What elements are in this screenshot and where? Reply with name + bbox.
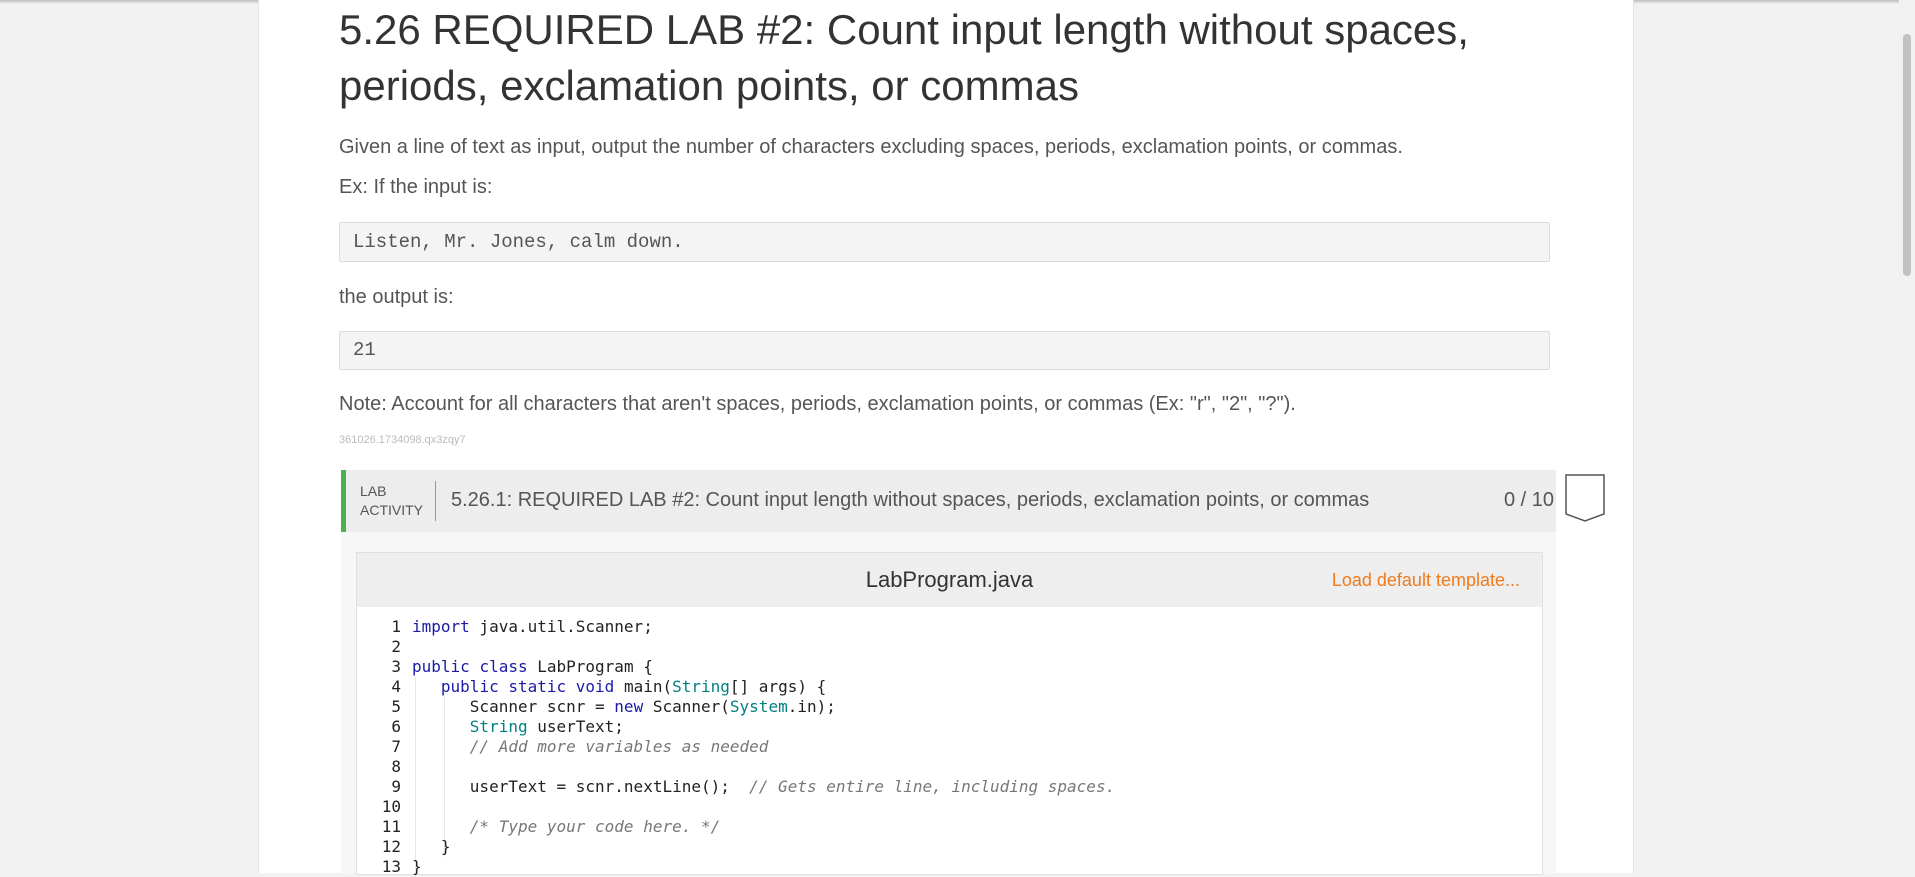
code-line: 13} <box>357 857 1542 877</box>
code-line: 7 // Add more variables as needed <box>357 737 1542 757</box>
example-label: Ex: If the input is: <box>339 176 493 198</box>
code-line: 12 } <box>357 837 1542 857</box>
intro-text: Given a line of text as input, output th… <box>339 136 1403 158</box>
code-line: 2 <box>357 637 1542 657</box>
load-default-template-link[interactable]: Load default template... <box>1332 570 1520 591</box>
line-number: 2 <box>391 637 401 656</box>
code-line: 4 public static void main(String[] args)… <box>357 677 1542 697</box>
lab-activity-tag: LAB ACTIVITY <box>360 482 423 520</box>
example-input: Listen, Mr. Jones, calm down. <box>353 231 684 253</box>
code-editor[interactable]: LabProgram.java Load default template...… <box>356 552 1543 877</box>
code-line: 6 String userText; <box>357 717 1542 737</box>
line-number: 3 <box>391 657 401 676</box>
line-number: 8 <box>391 757 401 776</box>
output-label: the output is: <box>339 286 454 308</box>
lab-activity-header: LAB ACTIVITY 5.26.1: REQUIRED LAB #2: Co… <box>341 470 1605 532</box>
line-number: 10 <box>381 797 401 816</box>
code-line: 3 public class LabProgram { <box>357 657 1542 677</box>
content-id: 361026.1734098.qx3zqy7 <box>339 434 466 446</box>
example-output: 21 <box>353 339 376 361</box>
line-number: 5 <box>391 697 401 716</box>
page-title: 5.26 REQUIRED LAB #2: Count input length… <box>339 6 1469 109</box>
line-number: 7 <box>391 737 401 756</box>
line-number: 11 <box>381 817 401 836</box>
code-line: 10 <box>357 797 1542 817</box>
line-number: 9 <box>391 777 401 796</box>
scrollbar-thumb[interactable] <box>1903 34 1911 276</box>
lab-score: 0 / 10 <box>1504 489 1555 511</box>
header-divider <box>435 481 436 521</box>
code-line: 5 Scanner scnr = new Scanner(System.in); <box>357 697 1542 717</box>
code-line: 1 import java.util.Scanner; <box>357 617 1542 637</box>
code-line: 9 userText = scnr.nextLine(); // Gets en… <box>357 777 1542 797</box>
content-page: 5.26 REQUIRED LAB #2: Count input length… <box>258 0 1634 877</box>
example-output-box: 21 <box>339 331 1550 370</box>
lab-tag-line2: ACTIVITY <box>360 502 424 518</box>
line-number: 13 <box>381 857 401 876</box>
editor-header: LabProgram.java Load default template... <box>357 553 1542 607</box>
completion-badge-icon <box>1565 474 1605 522</box>
line-number: 6 <box>391 717 401 736</box>
code-line: 8 <box>357 757 1542 777</box>
line-number: 4 <box>391 677 401 696</box>
example-input-box: Listen, Mr. Jones, calm down. <box>339 222 1550 262</box>
code-line: 11 /* Type your code here. */ <box>357 817 1542 837</box>
lab-activity: LAB ACTIVITY 5.26.1: REQUIRED LAB #2: Co… <box>341 470 1605 877</box>
line-number: 12 <box>381 837 401 856</box>
lab-activity-title: 5.26.1: REQUIRED LAB #2: Count input len… <box>451 489 1370 511</box>
line-number: 1 <box>391 617 401 636</box>
lab-tag-line1: LAB <box>360 483 387 499</box>
note-text: Note: Account for all characters that ar… <box>339 393 1296 415</box>
page-scrollbar[interactable] <box>1899 0 1915 873</box>
